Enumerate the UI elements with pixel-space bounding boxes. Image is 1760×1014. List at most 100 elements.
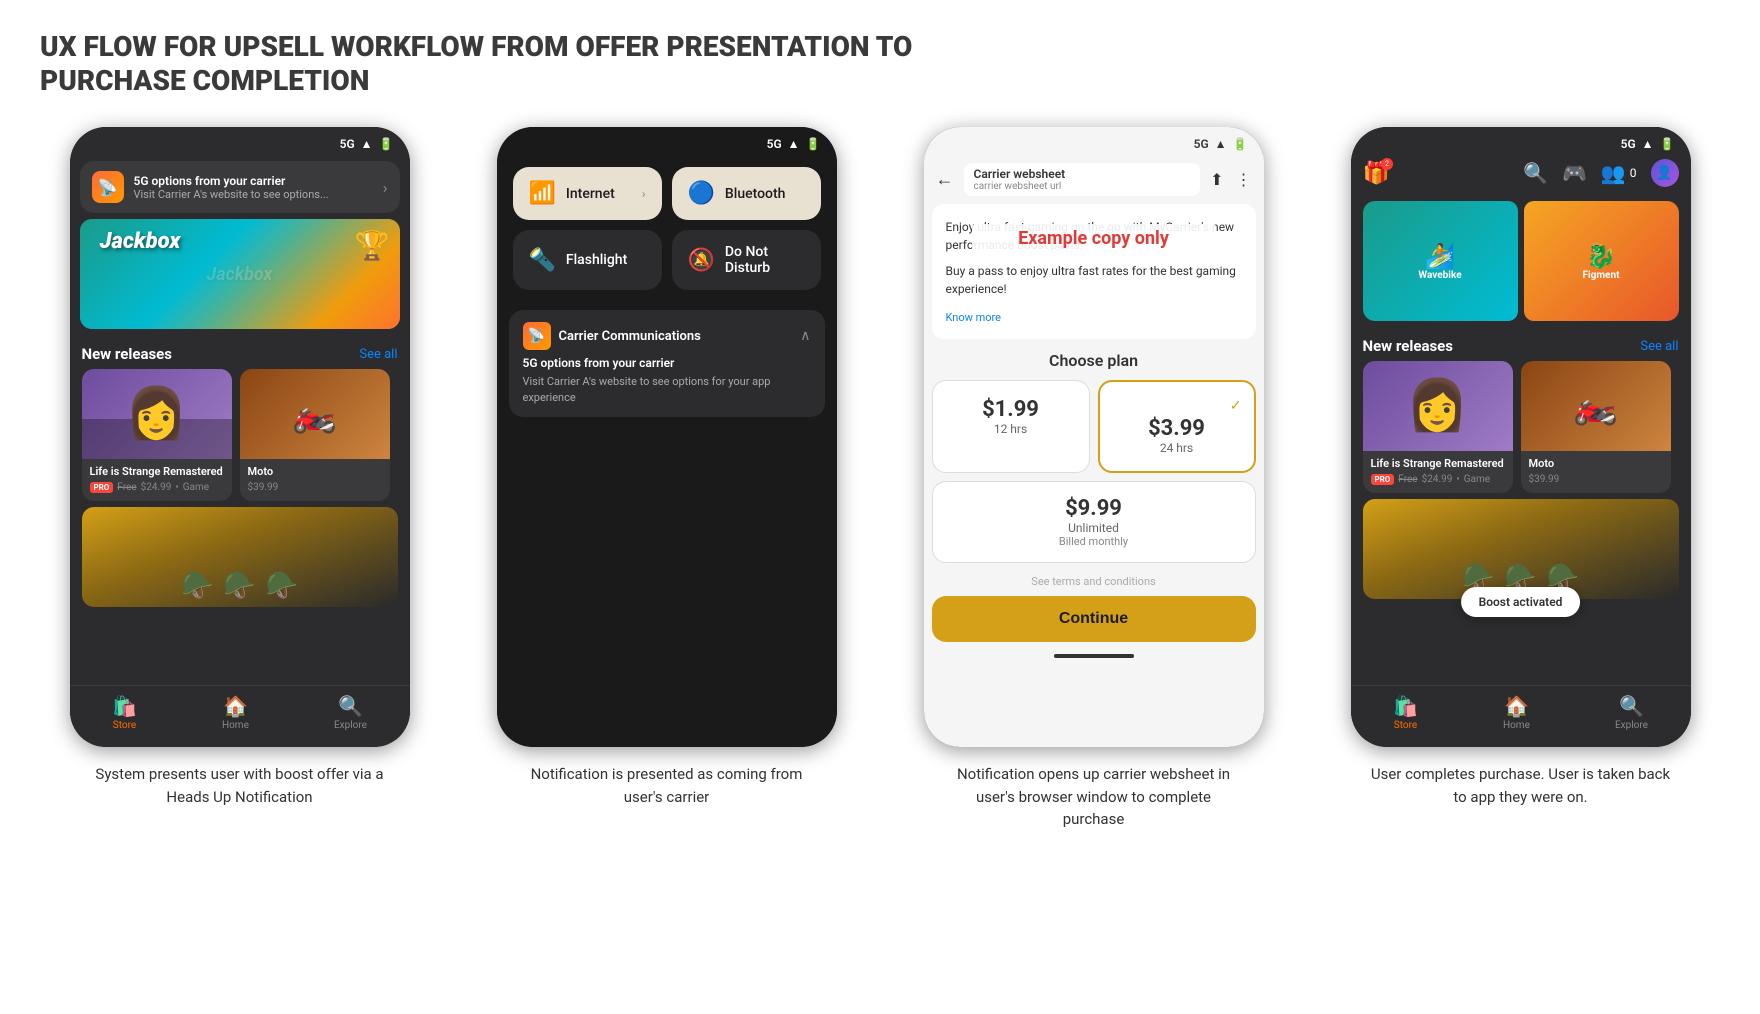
see-all-4[interactable]: See all [1640, 339, 1678, 354]
phone-frame-3: 5G ▲ 🔋 ← Carrier websheet carrier webshe… [924, 127, 1264, 747]
price-orig-4: $24.99 [1422, 474, 1453, 485]
continue-button[interactable]: Continue [932, 596, 1256, 642]
more-icon[interactable]: ⋮ [1236, 170, 1252, 189]
game-card-lis[interactable]: 👩 Life is Strange Remastered PRO Free $2… [82, 369, 232, 501]
plan-card-unlimited[interactable]: $9.99 Unlimited Billed monthly [932, 481, 1256, 563]
phone-frame-4: 5G ▲ 🔋 🎁 2 🔍 🎮 👥 0 [1351, 127, 1691, 747]
nav-home-1[interactable]: 🏠 Home [222, 694, 249, 731]
nav-store-1[interactable]: 🛍️ Store [112, 694, 137, 731]
wavebike-label: Wavebike [1418, 270, 1461, 281]
phones-row: 5G ▲ 🔋 📡 5G options from your carrier Vi… [40, 127, 1720, 831]
soldiers-banner-4: 🪖 🪖 🪖 [1363, 499, 1679, 599]
wavebike-content: 🏄 Wavebike [1418, 242, 1461, 281]
price-moto-1: $39.99 [248, 482, 279, 493]
phone4-status-5g: 5G [1621, 137, 1636, 151]
carrier-notif-title-row: 📡 Carrier Communications [523, 322, 701, 350]
phone3-status-5g: 5G [1194, 137, 1209, 151]
dnd-icon: 🔕 [688, 248, 715, 273]
phone1-status-5g: 5G [340, 137, 355, 151]
avatar-emoji: 👤 [1656, 165, 1673, 181]
phone4-battery-icon: 🔋 [1660, 137, 1675, 151]
plan-card-24hr[interactable]: ✓ $3.99 24 hrs [1098, 380, 1256, 473]
people-count-label: 0 [1630, 166, 1637, 180]
plan-cards: $1.99 12 hrs ✓ $3.99 24 hrs [924, 380, 1264, 473]
internet-arrow-icon: › [642, 187, 646, 201]
flashlight-icon: 🔦 [529, 248, 556, 273]
plan-duration-1: 12 hrs [945, 422, 1077, 436]
know-more-link[interactable]: Know more [946, 311, 1002, 324]
game-cards-row-1: 👩 Life is Strange Remastered PRO Free $2… [70, 369, 410, 501]
nav-explore-label-1: Explore [334, 720, 367, 731]
phone4-status-bar: 5G ▲ 🔋 [1351, 127, 1691, 155]
gift-badge: 🎁 2 [1363, 161, 1390, 186]
share-icon[interactable]: ⬆ [1210, 170, 1223, 189]
qs-dnd-label: Do Not Disturb [725, 244, 805, 276]
qs-flashlight-label: Flashlight [566, 252, 627, 268]
game-card-moto-info: Moto $39.99 [240, 459, 390, 501]
bluetooth-icon: 🔵 [688, 181, 715, 206]
gamepad-icon-4[interactable]: 🎮 [1562, 161, 1587, 185]
plan-card-1hr[interactable]: $1.99 12 hrs [932, 380, 1090, 473]
game-card-lis-title: Life is Strange Remastered [90, 465, 224, 478]
game-card-lis-4-meta: PRO Free $24.99 • Game [1371, 474, 1505, 485]
terms-text: See terms and conditions [924, 575, 1264, 588]
explore-icon-4: 🔍 [1619, 694, 1644, 718]
figment-label: Figment [1583, 270, 1620, 281]
plan-duration-2: 24 hrs [1112, 441, 1242, 455]
figment-icon: 🐉 [1583, 242, 1620, 270]
price-free-4: Free [1398, 474, 1417, 485]
wifi-icon: 📶 [529, 181, 556, 206]
caption-1: System presents user with boost offer vi… [90, 763, 390, 808]
genre-label-4: Game [1464, 474, 1490, 485]
store-icon-4: 🛍️ [1393, 694, 1418, 718]
phone2-screen: 5G ▲ 🔋 📶 Internet › 🔵 Bluetooth [497, 127, 837, 747]
game-card-moto-4-img: 🏍️ [1521, 361, 1671, 451]
phone2-signal-icon: ▲ [788, 137, 800, 151]
game-card-moto-4-meta: $39.99 [1529, 474, 1663, 485]
avatar-4[interactable]: 👤 [1651, 159, 1679, 187]
see-all-1[interactable]: See all [359, 347, 397, 362]
search-icon-4[interactable]: 🔍 [1523, 161, 1548, 185]
carrier-notif-body: Visit Carrier A's website to see options… [523, 374, 811, 405]
lis-art-icon: 👩 [125, 385, 187, 443]
game-card-lis-img: 👩 [82, 369, 232, 459]
phone3-battery-icon: 🔋 [1233, 137, 1248, 151]
nav-home-4[interactable]: 🏠 Home [1503, 694, 1530, 731]
game-card-lis-4-title: Life is Strange Remastered [1371, 457, 1505, 470]
phone-frame-1: 5G ▲ 🔋 📡 5G options from your carrier Vi… [70, 127, 410, 747]
phone3-signal-icon: ▲ [1215, 137, 1227, 151]
notif-icon-1: 📡 [92, 171, 124, 203]
websheet-content: Enjoy ultra fast gaming on the go with M… [932, 204, 1256, 339]
qs-tile-internet[interactable]: 📶 Internet › [513, 167, 662, 220]
phone2-status-bar: 5G ▲ 🔋 [497, 127, 837, 155]
top-bar-4: 🎁 2 🔍 🎮 👥 0 👤 [1351, 155, 1691, 195]
game-card-moto-4[interactable]: 🏍️ Moto $39.99 [1521, 361, 1671, 493]
qs-tile-dnd[interactable]: 🔕 Do Not Disturb [672, 230, 821, 290]
soldier-icon-1a: 🪖 [181, 571, 213, 601]
caption-4: User completes purchase. User is taken b… [1371, 763, 1671, 808]
pro-badge-4: PRO [1371, 474, 1395, 485]
price-free-1: Free [117, 482, 136, 493]
game-card-moto[interactable]: 🏍️ Moto $39.99 [240, 369, 390, 501]
nav-store-4[interactable]: 🛍️ Store [1393, 694, 1418, 731]
nav-explore-1[interactable]: 🔍 Explore [334, 694, 367, 731]
top-bar-icons-4: 🔍 🎮 👥 0 👤 [1523, 159, 1678, 187]
carrier-icon: 📡 [523, 322, 551, 350]
promo-sub: Buy a pass to enjoy ultra fast rates for… [946, 262, 1242, 298]
game-banner-1: Jackbox Jackbox 🏆 [80, 219, 400, 329]
nav-store-label-4: Store [1394, 720, 1417, 731]
notification-banner-1[interactable]: 📡 5G options from your carrier Visit Car… [80, 161, 400, 213]
gift-badge-dot: 2 [1381, 158, 1393, 170]
qs-tile-flashlight[interactable]: 🔦 Flashlight [513, 230, 662, 290]
people-count: 👥 0 [1601, 161, 1637, 185]
back-button[interactable]: ← [936, 169, 954, 190]
people-icon: 👥 [1601, 161, 1626, 185]
websheet-icons: ⬆ ⋮ [1210, 170, 1251, 189]
nav-explore-4[interactable]: 🔍 Explore [1615, 694, 1648, 731]
qs-tile-bluetooth[interactable]: 🔵 Bluetooth [672, 167, 821, 220]
price-moto-4: $39.99 [1529, 474, 1560, 485]
store-icon-1: 🛍️ [112, 694, 137, 718]
game-card-lis-4[interactable]: 👩 Life is Strange Remastered PRO Free $2… [1363, 361, 1513, 493]
section-title-1: New releases [82, 345, 173, 363]
qs-internet-label: Internet [566, 186, 615, 202]
